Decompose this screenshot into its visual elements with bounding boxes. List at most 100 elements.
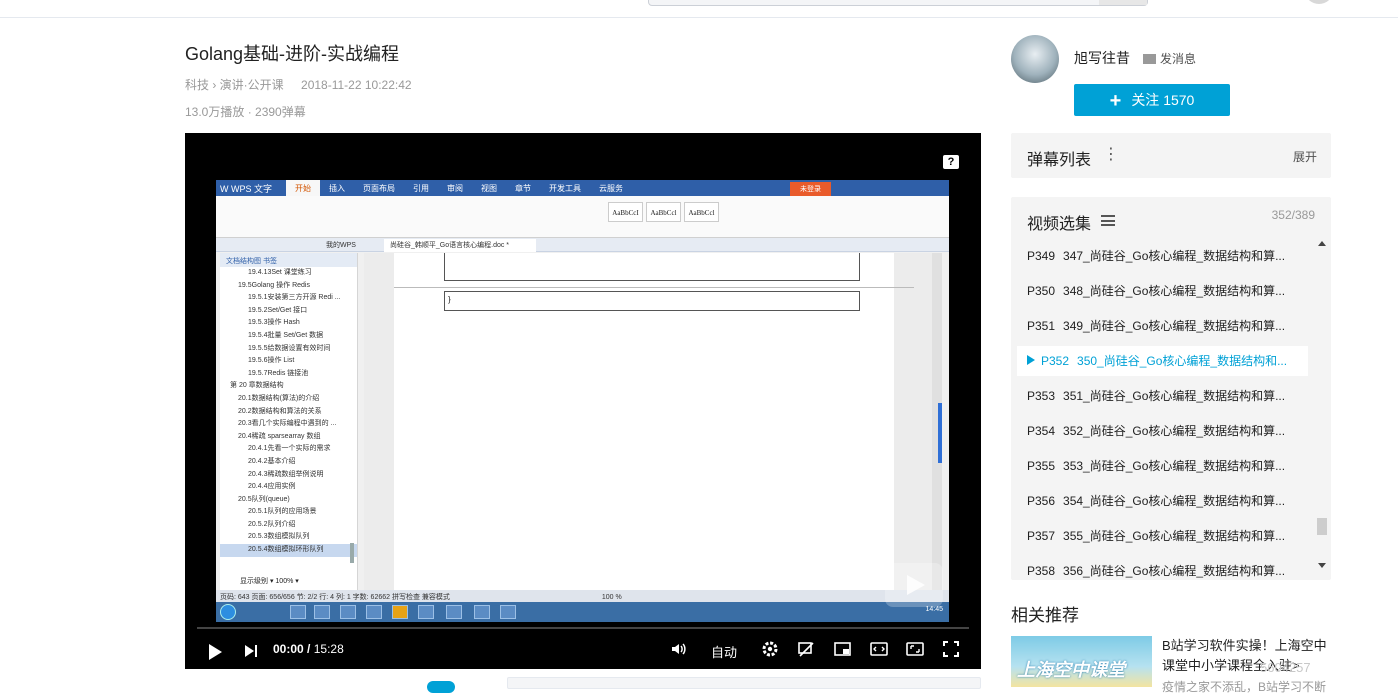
episode-item[interactable]: P358 356_尚硅谷_Go核心编程_数据结构和算... [1017,556,1308,580]
app-icon [418,605,434,619]
nav-item: 19.5.7Redis 链接池 [248,369,309,377]
page-break-line [394,287,914,288]
episode-title: 349_尚硅谷_Go核心编程_数据结构和算... [1063,319,1286,333]
scroll-down-icon[interactable] [1318,563,1326,568]
scroll-up-icon[interactable] [1318,241,1326,246]
episode-item[interactable]: P355 353_尚硅谷_Go核心编程_数据结构和算... [1017,451,1308,481]
episode-item[interactable]: P354 352_尚硅谷_Go核心编程_数据结构和算... [1017,416,1308,446]
pip-icon[interactable] [833,640,853,660]
search-box[interactable] [648,0,1148,6]
uploader-name[interactable]: 旭写往昔 [1074,48,1130,68]
episode-item[interactable]: P351 349_尚硅谷_Go核心编程_数据结构和算... [1017,311,1308,341]
mail-icon [1143,54,1156,64]
code-box: } [444,291,860,311]
thumbnail-text: 上海空中课堂 [1017,660,1125,680]
video-category[interactable]: 科技 › 演讲·公开课 [185,78,284,92]
danmaku-list-panel[interactable]: 弹幕列表 ⋮ 展开 [1011,133,1331,178]
nav-item: 20.4.2基本介绍 [248,457,296,465]
app-icon [290,605,306,619]
episode-item[interactable]: P356 354_尚硅谷_Go核心编程_数据结构和算... [1017,486,1308,516]
fullscreen-icon[interactable] [941,640,961,660]
wps-login-badge: 未登录 [790,182,831,196]
expand-button[interactable]: 展开 [1293,148,1317,165]
pane-tabs: 文档结构图 书签 [220,253,357,267]
user-avatar[interactable] [1306,0,1332,4]
episode-scrollbar[interactable] [1316,241,1328,576]
wps-tab: 页面布局 [363,184,395,193]
send-message-link[interactable]: 发消息 [1143,50,1196,67]
next-episode-icon[interactable] [245,636,259,664]
volume-icon[interactable] [669,640,689,660]
app-icon [314,605,330,619]
nav-item: 19.4.13Set 课堂练习 [248,269,312,276]
video-frame: W WPS 文字 开始 插入 页面布局 引用 审阅 视图 章节 开发工具 云服务… [216,180,949,622]
app-icon [500,605,516,619]
big-play-icon[interactable] [885,563,943,607]
web-fullscreen-icon[interactable] [905,640,925,660]
time-display: 00:00 / 15:28 [273,642,344,656]
nav-item: 20.4.1先看一个实际的需求 [248,445,331,453]
bilibili-logo[interactable] [0,0,70,6]
list-icon [1101,215,1115,226]
search-button[interactable] [1099,0,1147,5]
video-player[interactable]: ? W WPS 文字 开始 插入 页面布局 引用 审阅 视图 章节 开发工具 云… [185,133,981,669]
nav-item: 19.5.5给数据设置有效时间 [248,344,331,352]
windows-taskbar: 14:45 [216,602,949,622]
quality-selector[interactable]: 自动 [711,642,737,661]
episode-item-current[interactable]: P352 350_尚硅谷_Go核心编程_数据结构和... [1017,346,1308,376]
episode-number: P355 [1027,459,1056,473]
more-options-icon[interactable]: ⋮ [1103,144,1119,164]
episode-count: 352/389 [1271,208,1315,222]
nav-item: 20.4.4应用实例 [248,483,296,491]
doc-structure-pane: 文档结构图 书签 19.4.13Set 课堂练习 19.5Golang 操作 R… [220,253,358,590]
episode-number: P352 [1041,354,1070,368]
settings-gear-icon[interactable] [760,640,780,660]
send-message-label: 发消息 [1160,52,1197,66]
follow-button[interactable]: + 关注 1570 [1074,84,1230,116]
code-box [444,253,860,281]
episode-item[interactable]: P353 351_尚硅谷_Go核心编程_数据结构和算... [1017,381,1308,411]
video-stats: 13.0万播放 · 2390弹幕 [185,105,306,119]
episode-number: P354 [1027,424,1056,438]
related-thumbnail[interactable]: 上海空中课堂 [1011,636,1152,687]
wps-tab: 视图 [481,184,497,193]
danmaku-input[interactable] [507,677,981,689]
related-title: 相关推荐 [1011,606,1079,625]
wps-tab: 开始 [286,180,320,196]
progress-bar[interactable] [197,627,969,629]
style-sample: AaBbCcl [646,202,681,222]
wps-doc-tabs: 我的WPS 尚硅谷_韩顺平_Go语言核心编程.doc * [216,238,949,252]
nav-item: 19.5.6操作 List [248,357,295,365]
widescreen-icon[interactable] [869,640,889,660]
episode-item[interactable]: P350 348_尚硅谷_Go核心编程_数据结构和算... [1017,276,1308,306]
total-time: 15:28 [313,642,344,656]
video-date: 2018-11-22 10:22:42 [301,78,412,92]
nav-item: 20.5队列(queue) [238,495,290,503]
episode-title: 354_尚硅谷_Go核心编程_数据结构和算... [1063,494,1286,508]
episode-item[interactable]: P357 355_尚硅谷_Go核心编程_数据结构和算... [1017,521,1308,551]
episode-title: 352_尚硅谷_Go核心编程_数据结构和算... [1063,424,1286,438]
danmaku-switch[interactable] [427,681,455,693]
wps-tab: 章节 [515,184,531,193]
nav-item: 19.5.3操作 Hash [248,319,300,327]
uploader-avatar[interactable] [1011,35,1059,83]
episode-title: 350_尚硅谷_Go核心编程_数据结构和... [1077,354,1288,368]
episode-number: P351 [1027,319,1056,333]
wps-app-icon [392,605,408,619]
play-icon[interactable] [207,636,223,664]
episode-number: P353 [1027,389,1056,403]
nav-item: 19.5.4批量 Set/Get 数据 [248,331,324,339]
episode-number: P356 [1027,494,1056,508]
wps-tab: 开发工具 [549,184,581,193]
scroll-thumb[interactable] [1317,518,1327,535]
zoom-readout: 100 % [601,594,622,601]
episode-number: P350 [1027,284,1056,298]
help-icon[interactable]: ? [943,155,959,169]
episode-title: 347_尚硅谷_Go核心编程_数据结构和算... [1063,249,1286,263]
episode-item[interactable]: P349 347_尚硅谷_Go核心编程_数据结构和算... [1017,241,1308,271]
danmaku-toggle-icon[interactable] [796,640,816,660]
danmaku-send-bar [185,675,981,693]
episode-number: P357 [1027,529,1056,543]
episode-number: P358 [1027,564,1056,578]
nav-item: 19.5.2Set/Get 接口 [248,306,308,314]
